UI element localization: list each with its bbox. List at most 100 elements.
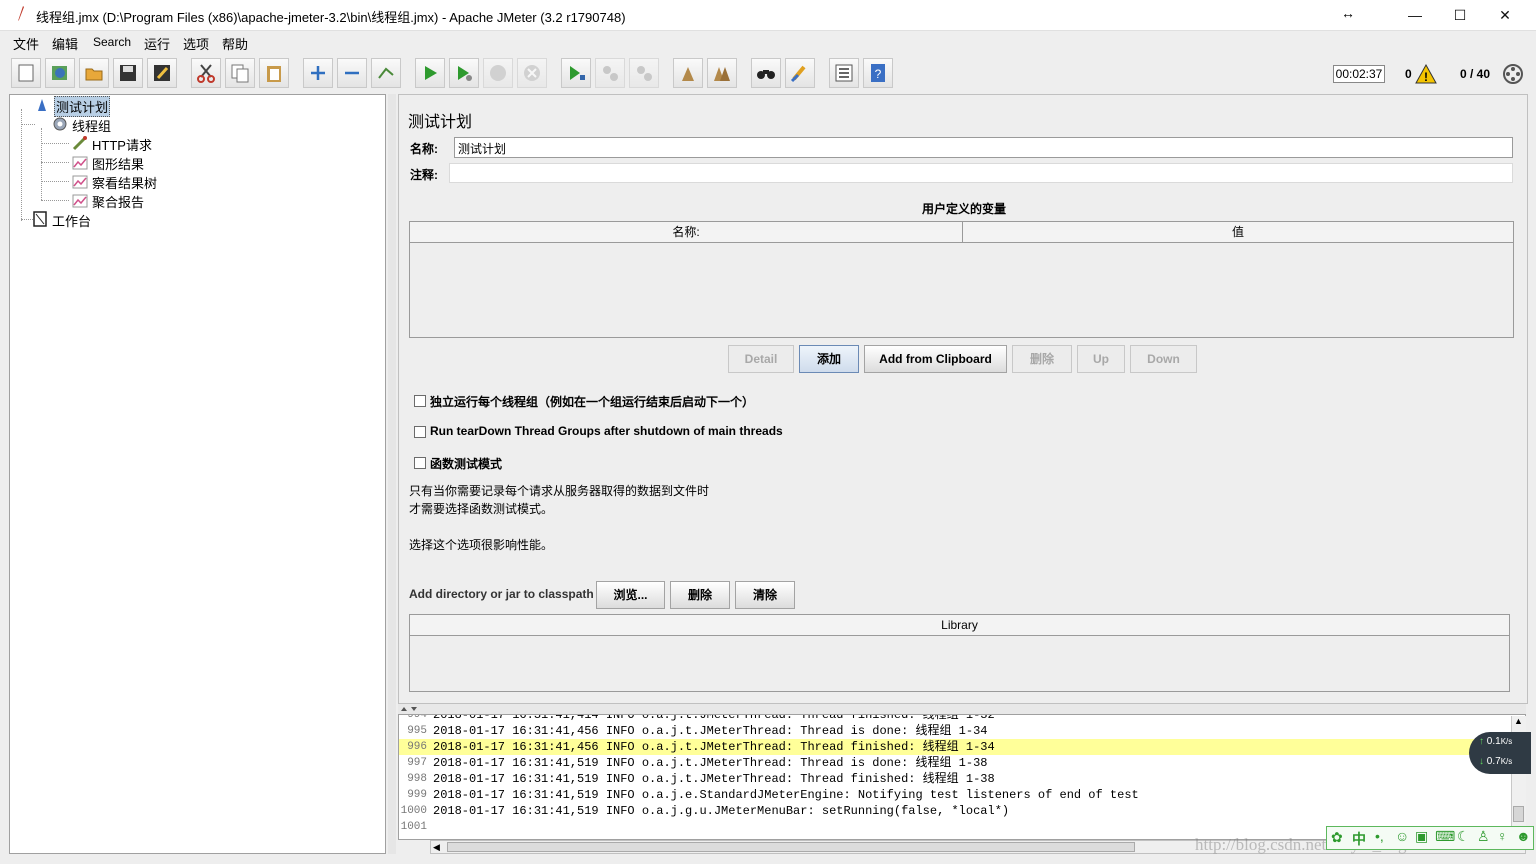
tree-node-label: 图形结果: [92, 157, 145, 172]
h-scroll-thumb[interactable]: [447, 842, 1135, 852]
resize-icon[interactable]: ↔: [1341, 5, 1355, 21]
smiley-icon[interactable]: ☺: [1395, 828, 1409, 844]
remote-shutdown-icon: [637, 66, 652, 81]
user-icon[interactable]: ♀: [1497, 828, 1508, 844]
open-button[interactable]: [79, 58, 109, 88]
teardown-label: Run tearDown Thread Groups after shutdow…: [430, 424, 783, 438]
toggle-icon: [378, 67, 394, 79]
remote-stop-button[interactable]: [595, 58, 625, 88]
warning-icon[interactable]: !: [1415, 64, 1437, 84]
split-arrows-icon[interactable]: [400, 705, 420, 713]
tree-node-label: 工作台: [52, 214, 92, 229]
menu-edit[interactable]: 编辑: [52, 34, 78, 53]
punctuation-icon[interactable]: •,: [1375, 828, 1384, 844]
toggle-button[interactable]: [371, 58, 401, 88]
shutdown-button[interactable]: [517, 58, 547, 88]
column-header-value[interactable]: 值: [963, 222, 1513, 243]
chart-icon: [72, 156, 88, 170]
name-field[interactable]: 测试计划: [454, 137, 1513, 158]
copy-icon: [231, 64, 249, 83]
expand-all-button[interactable]: [303, 58, 333, 88]
down-button[interactable]: Down: [1130, 345, 1197, 373]
collapse-all-button[interactable]: [337, 58, 367, 88]
functional-mode-checkbox[interactable]: [414, 457, 426, 469]
library-table[interactable]: Library: [409, 614, 1510, 692]
column-header-library[interactable]: Library: [410, 615, 1509, 636]
remote-shutdown-button[interactable]: [629, 58, 659, 88]
play-icon: [425, 66, 437, 80]
start-button[interactable]: [415, 58, 445, 88]
download-arrow-icon: ↓: [1479, 756, 1484, 767]
copy-button[interactable]: [225, 58, 255, 88]
performance-note: 选择这个选项很影响性能。: [409, 538, 554, 552]
minus-icon: [345, 71, 359, 75]
functional-mode-note-1: 只有当你需要记录每个请求从服务器取得的数据到文件时: [409, 484, 710, 498]
chart-icon: [72, 194, 88, 208]
name-label: 名称:: [410, 142, 438, 156]
cut-button[interactable]: [191, 58, 221, 88]
save-button[interactable]: [113, 58, 143, 88]
reset-search-button[interactable]: [785, 58, 815, 88]
function-helper-button[interactable]: [829, 58, 859, 88]
scroll-thumb[interactable]: [1513, 806, 1524, 822]
log-split-divider[interactable]: [398, 704, 1526, 714]
menu-run[interactable]: 运行: [144, 34, 170, 53]
new-button[interactable]: [11, 58, 41, 88]
shirt-icon[interactable]: ♙: [1477, 828, 1490, 845]
help-button[interactable]: ?: [863, 58, 893, 88]
status-indicator-icon: [1503, 64, 1523, 84]
search-button[interactable]: [751, 58, 781, 88]
functional-mode-note-2: 才需要选择函数测试模式。: [409, 502, 554, 516]
split-pane-divider[interactable]: [388, 94, 396, 854]
clear-all-button[interactable]: [707, 58, 737, 88]
remote-start-icon: [570, 66, 585, 80]
moon-icon[interactable]: ☾: [1457, 828, 1470, 845]
comment-field[interactable]: [449, 163, 1513, 183]
keyboard-icon[interactable]: ⌨: [1435, 828, 1455, 845]
emoji-icon[interactable]: ☻: [1516, 828, 1531, 844]
network-speed-widget[interactable]: ↑ 0.1K/s ↓ 0.7K/s: [1469, 732, 1531, 774]
ime-mode-chinese[interactable]: 中: [1352, 829, 1366, 849]
teardown-checkbox[interactable]: [414, 426, 426, 438]
delete-button[interactable]: 删除: [1012, 345, 1072, 373]
variables-table[interactable]: 名称: 值: [409, 221, 1514, 338]
classpath-delete-button[interactable]: 删除: [670, 581, 730, 609]
menu-help[interactable]: 帮助: [222, 34, 248, 53]
browse-button[interactable]: 浏览...: [596, 581, 665, 609]
log-viewer[interactable]: 994 2018-01-17 16:31:41,414 INFO o.a.j.t.…: [398, 714, 1526, 840]
play-no-timers-icon: [458, 66, 472, 81]
ime-toolbar[interactable]: ✿ 中 •, ☺ ▣ ⌨ ☾ ♙ ♀ ☻: [1326, 826, 1534, 850]
paw-icon[interactable]: ✿: [1331, 829, 1343, 846]
menu-file[interactable]: 文件: [13, 34, 39, 53]
scroll-up-icon[interactable]: ▲: [1514, 716, 1523, 726]
detail-button[interactable]: Detail: [728, 345, 794, 373]
variables-title: 用户定义的变量: [921, 202, 1006, 216]
menu-bar: 文件 编辑 Search 运行 选项 帮助: [0, 31, 1536, 54]
upload-arrow-icon: ↑: [1479, 736, 1484, 747]
test-plan-panel: 测试计划 名称: 测试计划 注释: 用户定义的变量 名称: 值 Detail 添…: [398, 94, 1528, 704]
menu-search[interactable]: Search: [93, 35, 131, 49]
stop-button[interactable]: [483, 58, 513, 88]
scroll-left-icon[interactable]: ◀: [433, 841, 440, 853]
tree-node-label: 察看结果树: [92, 176, 158, 191]
up-button[interactable]: Up: [1077, 345, 1125, 373]
add-from-clipboard-button[interactable]: Add from Clipboard: [864, 345, 1007, 373]
title-bar: 线程组.jmx (D:\Program Files (x86)\apache-j…: [0, 0, 1536, 31]
templates-button[interactable]: [45, 58, 75, 88]
minimize-button[interactable]: —: [1392, 0, 1438, 30]
clear-button[interactable]: [673, 58, 703, 88]
classpath-label: Add directory or jar to classpath: [409, 587, 594, 601]
save-as-button[interactable]: [147, 58, 177, 88]
serialize-threadgroups-checkbox[interactable]: [414, 395, 426, 407]
toolbox-icon[interactable]: ▣: [1415, 828, 1428, 845]
close-button[interactable]: ✕: [1482, 0, 1528, 30]
paste-button[interactable]: [259, 58, 289, 88]
functional-mode-label: 函数测试模式: [430, 457, 503, 471]
classpath-clear-button[interactable]: 清除: [735, 581, 795, 609]
column-header-name[interactable]: 名称:: [410, 222, 963, 243]
maximize-button[interactable]: ☐: [1437, 0, 1483, 30]
remote-start-button[interactable]: [561, 58, 591, 88]
menu-options[interactable]: 选项: [183, 34, 209, 53]
add-button[interactable]: 添加: [799, 345, 859, 373]
start-no-pause-button[interactable]: [449, 58, 479, 88]
